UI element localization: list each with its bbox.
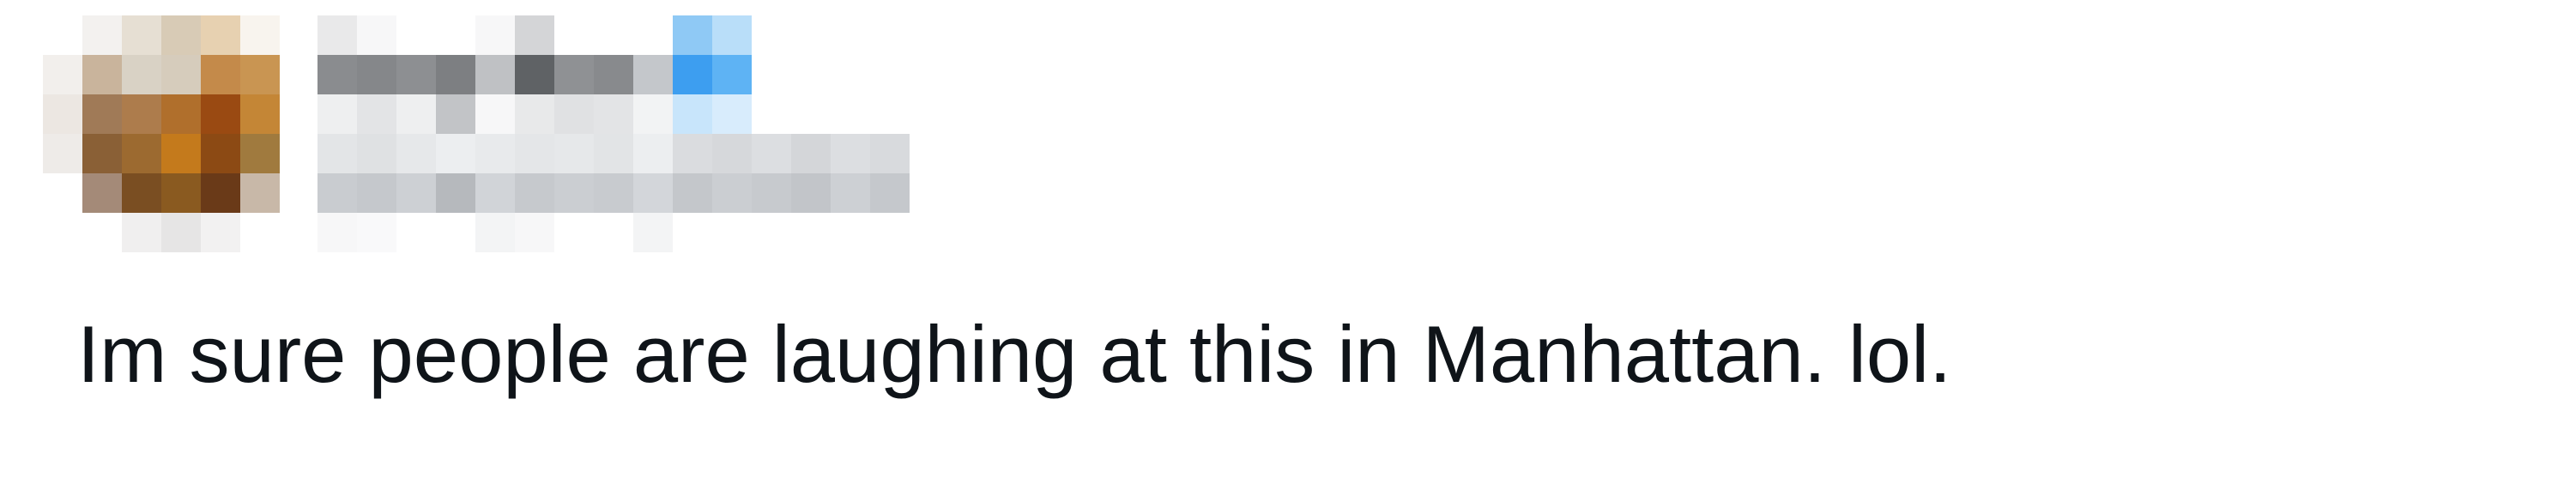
pixelation-block xyxy=(712,94,752,134)
pixelation-block xyxy=(396,55,436,94)
pixelation-block xyxy=(201,173,240,213)
pixelation-block xyxy=(475,134,515,173)
pixelation-block xyxy=(122,173,161,213)
pixelation-block xyxy=(317,15,357,55)
pixelation-block xyxy=(870,134,910,173)
pixelation-block xyxy=(515,55,554,94)
pixelation-block xyxy=(554,134,594,173)
author-identity[interactable] xyxy=(317,15,918,256)
pixelation-block xyxy=(240,94,280,134)
pixelation-block xyxy=(475,15,515,55)
pixelation-block xyxy=(317,94,357,134)
pixelation-block xyxy=(475,55,515,94)
pixelation-block xyxy=(357,213,396,252)
pixelation-block xyxy=(122,213,161,252)
pixelation-block xyxy=(122,15,161,55)
pixelation-block xyxy=(436,134,475,173)
pixelation-block xyxy=(712,134,752,173)
pixelation-block xyxy=(317,55,357,94)
pixelation-block xyxy=(633,94,673,134)
pixelation-block xyxy=(240,173,280,213)
tweet-card: Im sure people are laughing at this in M… xyxy=(0,0,2576,496)
pixelation-block xyxy=(475,173,515,213)
pixelation-block xyxy=(317,213,357,252)
pixelation-block xyxy=(673,94,712,134)
pixelation-block xyxy=(122,55,161,94)
pixelation-block xyxy=(712,173,752,213)
pixelation-block xyxy=(515,213,554,252)
pixelation-block xyxy=(201,94,240,134)
pixelation-block xyxy=(161,173,201,213)
pixelation-block xyxy=(396,94,436,134)
pixelation-block xyxy=(240,55,280,94)
pixelation-block xyxy=(515,173,554,213)
pixelation-block xyxy=(594,173,633,213)
pixelation-block xyxy=(752,173,791,213)
pixelation-block xyxy=(633,173,673,213)
pixelation-block xyxy=(673,15,712,55)
pixelation-block xyxy=(831,134,870,173)
pixelation-block xyxy=(357,55,396,94)
pixelation-block xyxy=(436,173,475,213)
pixelation-block xyxy=(396,134,436,173)
pixelation-block xyxy=(831,173,870,213)
pixelation-block xyxy=(594,55,633,94)
pixelation-block xyxy=(436,55,475,94)
pixelation-block xyxy=(673,173,712,213)
pixelation-block xyxy=(317,173,357,213)
pixelation-block xyxy=(515,15,554,55)
pixelation-block xyxy=(122,94,161,134)
pixelation-block xyxy=(475,94,515,134)
pixelation-block xyxy=(161,94,201,134)
pixelation-block xyxy=(673,134,712,173)
pixelation-block xyxy=(43,94,82,134)
pixelation-block xyxy=(712,55,752,94)
pixelation-block xyxy=(43,134,82,173)
pixelation-block xyxy=(554,94,594,134)
pixelation-block xyxy=(357,173,396,213)
pixelation-block xyxy=(43,55,82,94)
pixelation-block xyxy=(357,15,396,55)
pixelation-block xyxy=(82,173,122,213)
pixelation-block xyxy=(201,213,240,252)
pixelation-block xyxy=(475,213,515,252)
pixelation-block xyxy=(594,134,633,173)
pixelation-block xyxy=(436,94,475,134)
pixelation-block xyxy=(82,55,122,94)
pixelation-block xyxy=(554,173,594,213)
pixelation-block xyxy=(673,55,712,94)
avatar[interactable] xyxy=(43,15,283,256)
pixelation-block xyxy=(554,55,594,94)
pixelation-block xyxy=(201,134,240,173)
pixelation-block xyxy=(357,134,396,173)
pixelation-block xyxy=(317,134,357,173)
pixelation-block xyxy=(357,94,396,134)
pixelation-block xyxy=(82,134,122,173)
pixelation-block xyxy=(161,134,201,173)
pixelation-block xyxy=(633,213,673,252)
pixelation-block xyxy=(201,15,240,55)
pixelation-block xyxy=(122,134,161,173)
pixelation-block xyxy=(712,15,752,55)
pixelation-block xyxy=(752,134,791,173)
tweet-text: Im sure people are laughing at this in M… xyxy=(77,309,1952,399)
pixelation-block xyxy=(161,213,201,252)
pixelation-block xyxy=(633,55,673,94)
pixelation-block xyxy=(82,94,122,134)
pixelation-block xyxy=(594,94,633,134)
pixelation-block xyxy=(396,173,436,213)
pixelation-block xyxy=(791,173,831,213)
pixelation-block xyxy=(870,173,910,213)
pixelation-block xyxy=(240,15,280,55)
pixelation-block xyxy=(201,55,240,94)
pixelation-block xyxy=(791,134,831,173)
pixelation-block xyxy=(515,94,554,134)
pixelation-block xyxy=(515,134,554,173)
pixelation-block xyxy=(161,55,201,94)
pixelation-block xyxy=(633,134,673,173)
pixelation-block xyxy=(82,15,122,55)
pixelation-block xyxy=(161,15,201,55)
pixelation-block xyxy=(240,134,280,173)
